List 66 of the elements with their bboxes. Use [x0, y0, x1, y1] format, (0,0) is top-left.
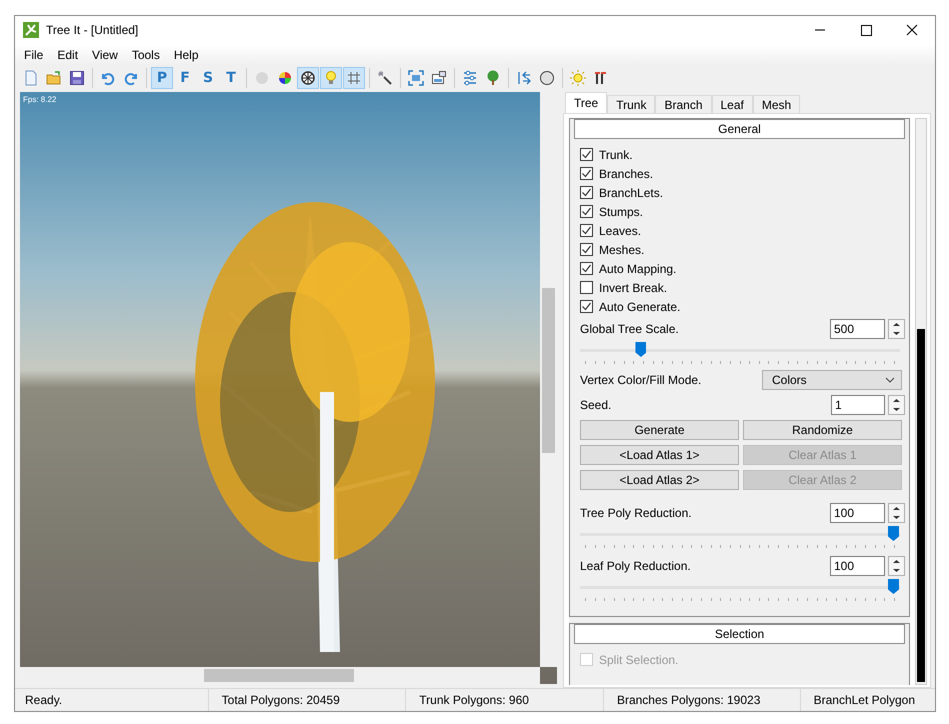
push-button[interactable]: <Load Atlas 1> — [580, 445, 739, 465]
app-logo-icon — [23, 22, 39, 38]
field-label: Seed. — [580, 398, 612, 412]
spin-buttons[interactable] — [888, 502, 905, 522]
status-text: Ready. — [24, 692, 64, 709]
status-text: Trunk Polygons: 960 — [405, 689, 603, 711]
toolbar-toggle[interactable]: F — [174, 67, 196, 89]
status-text: Branches Polygons: 19023 — [602, 689, 800, 711]
checkbox[interactable] — [580, 224, 593, 237]
checkbox-label[interactable]: Meshes. — [599, 242, 644, 256]
3d-viewport[interactable]: Fps: 8.22 — [20, 92, 557, 684]
tab[interactable]: Trunk — [607, 95, 656, 113]
menu-item[interactable]: File — [17, 48, 50, 62]
push-button[interactable]: <Load Atlas 2> — [580, 470, 739, 490]
field-label: Global Tree Scale. — [580, 322, 680, 336]
tab[interactable]: Tree — [565, 92, 608, 113]
checkbox[interactable] — [580, 167, 593, 180]
field-label: Leaf Poly Reduction. — [580, 558, 692, 572]
checkbox[interactable] — [580, 186, 593, 199]
checkbox[interactable] — [580, 300, 593, 313]
slider-thumb[interactable] — [635, 342, 646, 357]
grid-icon[interactable] — [343, 67, 365, 89]
spin-buttons[interactable] — [888, 556, 905, 576]
tab[interactable]: Branch — [655, 95, 712, 113]
slider-thumb[interactable] — [888, 526, 899, 541]
number-field[interactable]: 100 — [830, 556, 885, 576]
checkbox-label[interactable]: Auto Mapping. — [599, 262, 676, 276]
group-title[interactable]: General — [574, 119, 905, 139]
spin-buttons[interactable] — [888, 318, 905, 338]
checkbox[interactable] — [580, 281, 593, 294]
number-field[interactable]: 1 — [831, 394, 885, 414]
checkbox[interactable] — [580, 205, 593, 218]
dropdown[interactable]: Colors — [762, 370, 902, 390]
menu-item[interactable]: Tools — [124, 48, 167, 62]
checkbox-label[interactable]: Leaves. — [599, 224, 642, 238]
slider-thumb[interactable] — [888, 579, 899, 594]
push-button[interactable]: Randomize — [743, 420, 902, 440]
status-text: Total Polygons: 20459 — [208, 689, 406, 711]
toolbar-toggle[interactable]: S — [197, 67, 219, 89]
number-field[interactable]: 100 — [830, 502, 885, 522]
chevron-down-icon — [885, 376, 895, 382]
tab[interactable]: Mesh — [752, 95, 800, 113]
menu-item[interactable]: Edit — [50, 48, 86, 62]
number-field[interactable]: 500 — [830, 318, 885, 338]
spin-buttons[interactable] — [888, 394, 905, 414]
checkbox-label[interactable]: Stumps. — [599, 204, 644, 218]
checkbox-label[interactable]: Auto Generate. — [599, 300, 680, 314]
fps-counter: Fps: 8.22 — [23, 95, 56, 104]
menu-item[interactable]: Help — [166, 48, 206, 62]
field-label: Vertex Color/Fill Mode. — [580, 372, 702, 386]
menu-item[interactable]: View — [85, 48, 125, 62]
window-title: Tree It - [Untitled] — [46, 23, 140, 37]
push-button[interactable]: Generate — [580, 420, 739, 440]
group-title[interactable]: Selection — [574, 624, 905, 644]
checkbox-label[interactable]: Invert Break. — [599, 280, 668, 294]
tab[interactable]: Leaf — [712, 95, 753, 113]
checkbox[interactable] — [580, 148, 593, 161]
checkbox-label[interactable]: Trunk. — [599, 148, 633, 162]
checkbox[interactable] — [580, 262, 593, 275]
panel-scrollbar[interactable] — [915, 118, 927, 685]
checkbox-label[interactable]: Branches. — [599, 166, 654, 180]
checkbox[interactable] — [580, 243, 593, 256]
toolbar-toggle[interactable]: T — [220, 67, 242, 89]
status-text: BranchLet Polygon — [800, 689, 935, 711]
checkbox-label[interactable]: BranchLets. — [599, 186, 664, 200]
field-label: Tree Poly Reduction. — [580, 506, 693, 520]
